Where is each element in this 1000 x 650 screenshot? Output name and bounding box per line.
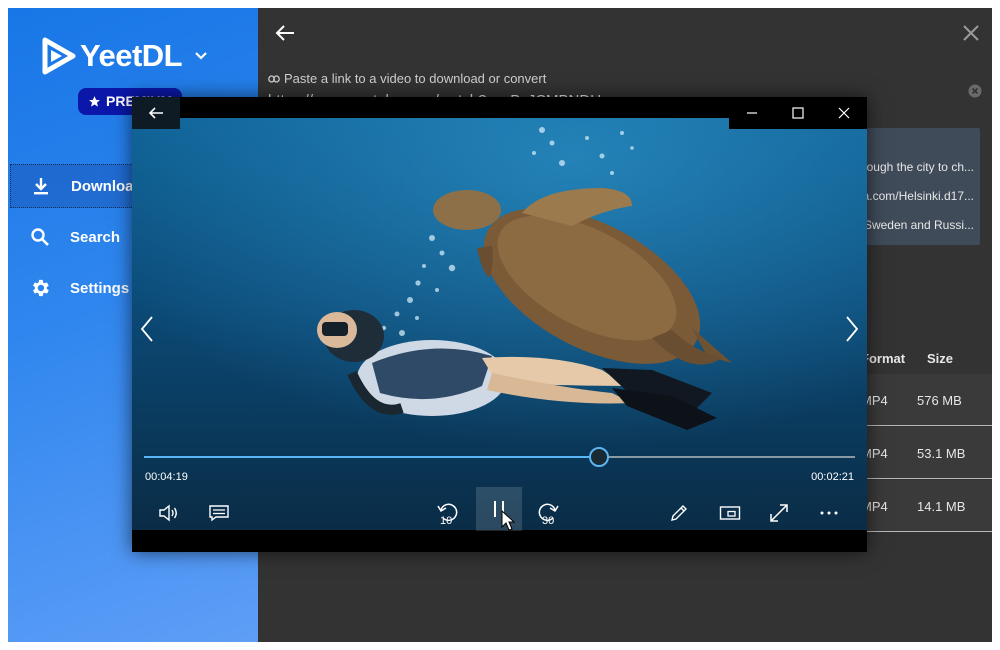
player-titlebar [132, 97, 867, 129]
pause-button[interactable] [476, 487, 522, 531]
maximize-button[interactable] [775, 97, 821, 129]
window-controls [729, 97, 867, 129]
video-info-card: through the city to ch... a.com/Helsinki… [858, 128, 980, 245]
next-arrow-icon[interactable] [845, 315, 859, 343]
subtitles-icon [209, 505, 229, 522]
minimize-button[interactable] [729, 97, 775, 129]
info-line: a.com/Helsinki.d17... [862, 189, 974, 203]
close-icon [838, 107, 850, 119]
skip-forward-button[interactable]: 30 [528, 495, 568, 531]
more-options-button[interactable] [809, 495, 849, 531]
player-back-button[interactable] [132, 97, 180, 129]
seek-bar[interactable] [144, 447, 855, 467]
sidebar-item-label: Settings [70, 279, 130, 297]
video-player-window: 00:04:19 00:02:21 10 30 [132, 97, 867, 552]
logo-play-icon [42, 37, 76, 75]
subtitles-button[interactable] [199, 495, 239, 531]
time-elapsed: 00:04:19 [145, 471, 188, 483]
maximize-icon [792, 107, 804, 119]
table-row[interactable]: MP4 53.1 MB [858, 427, 992, 479]
clear-input-icon[interactable] [968, 84, 982, 98]
time-remaining: 00:02:21 [811, 471, 854, 483]
skip-back-button[interactable]: 10 [428, 495, 468, 531]
volume-button[interactable] [149, 495, 189, 531]
link-icon [268, 74, 280, 83]
edit-button[interactable] [659, 495, 699, 531]
seek-thumb[interactable] [589, 447, 610, 467]
close-icon[interactable] [962, 24, 980, 42]
fullscreen-button[interactable] [759, 495, 799, 531]
video-frame[interactable] [132, 118, 867, 530]
seek-progress [144, 456, 600, 458]
info-line: Sweden and Russi... [863, 218, 974, 232]
column-header-format: Format [861, 351, 906, 366]
minimize-icon [747, 112, 757, 114]
url-field-label: Paste a link to a video to download or c… [268, 71, 546, 86]
size-cell: 14.1 MB [917, 499, 966, 514]
skip-back-label: 10 [440, 515, 453, 527]
info-line: through the city to ch... [858, 160, 974, 174]
column-header-size: Size [927, 351, 954, 366]
skip-forward-label: 30 [542, 515, 555, 527]
search-icon [28, 225, 52, 249]
star-icon [89, 96, 100, 107]
app-logo[interactable]: YeetDL [42, 36, 208, 76]
size-cell: 576 MB [917, 393, 962, 408]
size-cell: 53.1 MB [917, 446, 966, 461]
back-arrow-icon[interactable] [274, 22, 296, 44]
previous-arrow-icon[interactable] [140, 315, 154, 343]
table-row[interactable]: MP4 14.1 MB [858, 480, 992, 532]
more-icon [820, 511, 838, 515]
app-name: YeetDL [80, 38, 183, 73]
pencil-icon [671, 505, 687, 521]
app-window: YeetDL PREMIUM Download Search [8, 8, 992, 642]
sidebar-item-label: Search [70, 228, 121, 246]
table-row[interactable]: MP4 576 MB [858, 374, 992, 426]
gear-icon [28, 276, 52, 300]
volume-icon [159, 504, 177, 522]
download-icon [29, 174, 53, 198]
fullscreen-icon [770, 504, 788, 522]
mini-view-button[interactable] [710, 495, 750, 531]
underwater-video-image [132, 118, 867, 530]
picture-in-picture-icon [719, 506, 741, 520]
back-arrow-icon [148, 107, 163, 119]
formats-table-header: Format Size [858, 348, 992, 372]
chevron-down-icon[interactable] [194, 51, 208, 61]
mouse-cursor-icon [501, 510, 515, 531]
close-window-button[interactable] [821, 97, 867, 129]
